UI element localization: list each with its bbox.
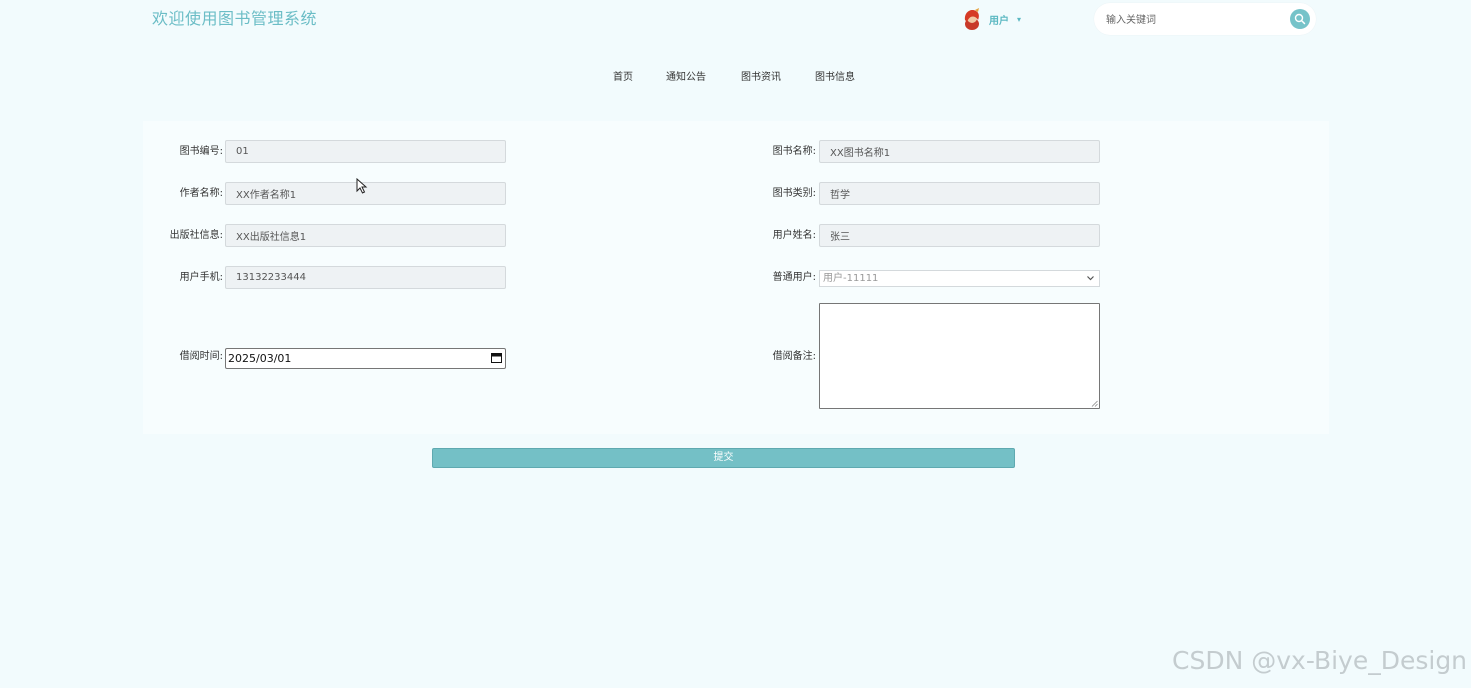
book-name-field[interactable] (819, 140, 1100, 163)
main-nav: 首页 通知公告 图书资讯 图书信息 (0, 69, 1471, 87)
book-name-label: 图书名称: (772, 146, 816, 157)
book-category-label: 图书类别: (772, 188, 816, 199)
user-real-name-field[interactable] (819, 224, 1100, 247)
site-title: 欢迎使用图书管理系统 (152, 9, 318, 28)
book-no-field[interactable] (225, 140, 506, 163)
borrow-note-label: 借阅备注: (772, 351, 816, 362)
user-phone-label: 用户手机: (179, 272, 223, 283)
nav-item-book-news[interactable]: 图书资讯 (741, 69, 781, 87)
submit-button[interactable]: 提交 (432, 448, 1015, 468)
normal-user-select[interactable]: 用户-11111 (819, 270, 1100, 287)
normal-user-label: 普通用户: (772, 272, 816, 283)
publisher-label: 出版社信息: (169, 230, 223, 241)
user-phone-field[interactable] (225, 266, 506, 289)
nav-item-home[interactable]: 首页 (613, 69, 633, 87)
nav-item-notices[interactable]: 通知公告 (666, 69, 706, 87)
watermark: CSDN @vx-Biye_Design (1172, 646, 1468, 675)
borrow-note-textarea[interactable] (819, 303, 1100, 409)
book-category-field[interactable] (819, 182, 1100, 205)
search-box (1094, 3, 1316, 35)
chevron-down-icon (1087, 276, 1094, 281)
publisher-field[interactable] (225, 224, 506, 247)
resize-grip-icon[interactable] (1091, 400, 1098, 407)
nav-item-book-info[interactable]: 图书信息 (815, 69, 855, 87)
borrow-time-value: 2025/03/01 (228, 352, 292, 365)
user-menu[interactable]: 用户 ▾ (961, 8, 1021, 30)
calendar-icon[interactable] (491, 352, 502, 363)
mouse-cursor-icon (356, 178, 368, 194)
user-real-name-label: 用户姓名: (772, 230, 816, 241)
chevron-down-icon: ▾ (1017, 14, 1022, 24)
normal-user-selected: 用户-11111 (823, 273, 879, 284)
borrow-time-label: 借阅时间: (179, 351, 223, 362)
user-name: 用户 (989, 15, 1009, 27)
book-no-label: 图书编号: (179, 146, 223, 157)
search-input[interactable] (1104, 9, 1278, 31)
author-label: 作者名称: (179, 188, 223, 199)
search-icon (1294, 13, 1306, 25)
avatar (964, 8, 979, 30)
borrow-time-date-input[interactable]: 2025/03/01 (225, 348, 506, 369)
search-button[interactable] (1290, 9, 1310, 29)
